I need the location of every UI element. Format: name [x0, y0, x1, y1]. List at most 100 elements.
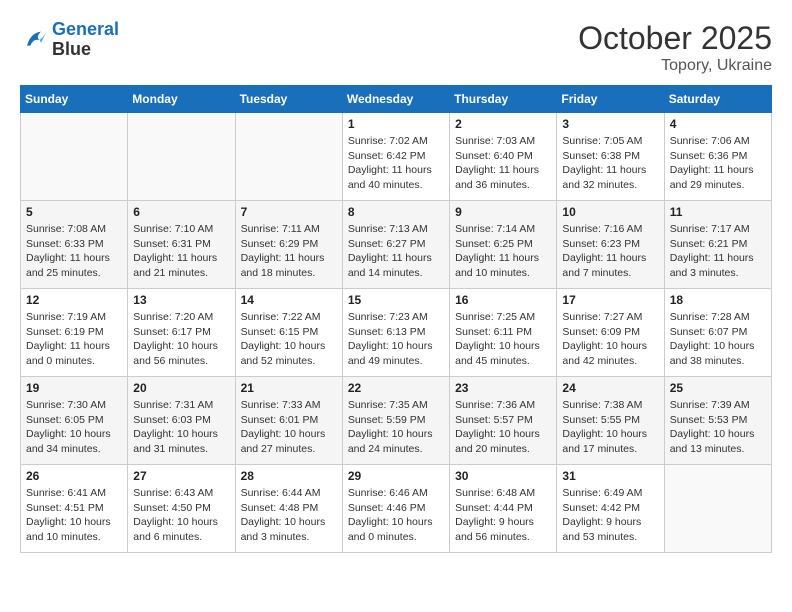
- day-number: 5: [26, 205, 122, 219]
- day-number: 12: [26, 293, 122, 307]
- weekday-header: Sunday: [21, 86, 128, 113]
- day-info: Sunrise: 7:33 AM Sunset: 6:01 PM Dayligh…: [241, 398, 337, 457]
- calendar-cell: 8 Sunrise: 7:13 AM Sunset: 6:27 PM Daylig…: [342, 201, 449, 289]
- day-info: Sunrise: 7:23 AM Sunset: 6:13 PM Dayligh…: [348, 310, 444, 369]
- day-number: 25: [670, 381, 766, 395]
- calendar-cell: [128, 113, 235, 201]
- calendar-cell: 27 Sunrise: 6:43 AM Sunset: 4:50 PM Dayli…: [128, 465, 235, 553]
- day-info: Sunrise: 7:28 AM Sunset: 6:07 PM Dayligh…: [670, 310, 766, 369]
- calendar-cell: 12Sunrise: 7:19 AM Sunset: 6:19 PM Dayli…: [21, 289, 128, 377]
- weekday-header: Tuesday: [235, 86, 342, 113]
- day-info: Sunrise: 7:20 AM Sunset: 6:17 PM Dayligh…: [133, 310, 229, 369]
- day-number: 20: [133, 381, 229, 395]
- day-number: 14: [241, 293, 337, 307]
- day-number: 30: [455, 469, 551, 483]
- logo-bird-icon: [20, 26, 48, 54]
- weekday-header: Friday: [557, 86, 664, 113]
- calendar-cell: 5 Sunrise: 7:08 AM Sunset: 6:33 PM Daylig…: [21, 201, 128, 289]
- calendar-cell: 10 Sunrise: 7:16 AM Sunset: 6:23 PM Dayli…: [557, 201, 664, 289]
- weekday-header: Saturday: [664, 86, 771, 113]
- calendar-cell: 29Sunrise: 6:46 AM Sunset: 4:46 PM Dayli…: [342, 465, 449, 553]
- day-info: Sunrise: 7:05 AM Sunset: 6:38 PM Dayligh…: [562, 134, 658, 193]
- calendar-cell: 11Sunrise: 7:17 AM Sunset: 6:21 PM Dayli…: [664, 201, 771, 289]
- day-number: 8: [348, 205, 444, 219]
- location: Topory, Ukraine: [578, 57, 772, 75]
- day-number: 22: [348, 381, 444, 395]
- day-number: 16: [455, 293, 551, 307]
- day-info: Sunrise: 7:13 AM Sunset: 6:27 PM Dayligh…: [348, 222, 444, 281]
- weekday-header: Wednesday: [342, 86, 449, 113]
- day-info: Sunrise: 7:14 AM Sunset: 6:25 PM Dayligh…: [455, 222, 551, 281]
- day-number: 7: [241, 205, 337, 219]
- calendar-cell: 14 Sunrise: 7:22 AM Sunset: 6:15 PM Dayli…: [235, 289, 342, 377]
- calendar-cell: 6Sunrise: 7:10 AM Sunset: 6:31 PM Daylig…: [128, 201, 235, 289]
- day-info: Sunrise: 7:38 AM Sunset: 5:55 PM Dayligh…: [562, 398, 658, 457]
- calendar-cell: [664, 465, 771, 553]
- calendar-cell: 3 Sunrise: 7:05 AM Sunset: 6:38 PM Daylig…: [557, 113, 664, 201]
- day-info: Sunrise: 6:48 AM Sunset: 4:44 PM Dayligh…: [455, 486, 551, 545]
- day-number: 3: [562, 117, 658, 131]
- day-number: 15: [348, 293, 444, 307]
- day-info: Sunrise: 7:16 AM Sunset: 6:23 PM Dayligh…: [562, 222, 658, 281]
- day-info: Sunrise: 7:25 AM Sunset: 6:11 PM Dayligh…: [455, 310, 551, 369]
- day-info: Sunrise: 6:46 AM Sunset: 4:46 PM Dayligh…: [348, 486, 444, 545]
- calendar-cell: 19Sunrise: 7:30 AM Sunset: 6:05 PM Dayli…: [21, 377, 128, 465]
- day-info: Sunrise: 7:11 AM Sunset: 6:29 PM Dayligh…: [241, 222, 337, 281]
- weekday-header: Monday: [128, 86, 235, 113]
- day-info: Sunrise: 7:02 AM Sunset: 6:42 PM Dayligh…: [348, 134, 444, 193]
- logo: General Blue: [20, 20, 119, 60]
- day-number: 9: [455, 205, 551, 219]
- calendar-cell: [235, 113, 342, 201]
- day-info: Sunrise: 7:35 AM Sunset: 5:59 PM Dayligh…: [348, 398, 444, 457]
- calendar-cell: 17 Sunrise: 7:27 AM Sunset: 6:09 PM Dayli…: [557, 289, 664, 377]
- day-info: Sunrise: 7:22 AM Sunset: 6:15 PM Dayligh…: [241, 310, 337, 369]
- month-title: October 2025: [578, 20, 772, 57]
- calendar-cell: 25 Sunrise: 7:39 AM Sunset: 5:53 PM Dayli…: [664, 377, 771, 465]
- page-header: General Blue October 2025 Topory, Ukrain…: [20, 20, 772, 75]
- logo-line1: General: [52, 19, 119, 39]
- day-number: 17: [562, 293, 658, 307]
- calendar-cell: 26Sunrise: 6:41 AM Sunset: 4:51 PM Dayli…: [21, 465, 128, 553]
- calendar-cell: 7 Sunrise: 7:11 AM Sunset: 6:29 PM Daylig…: [235, 201, 342, 289]
- day-info: Sunrise: 6:49 AM Sunset: 4:42 PM Dayligh…: [562, 486, 658, 545]
- day-info: Sunrise: 6:43 AM Sunset: 4:50 PM Dayligh…: [133, 486, 229, 545]
- calendar-cell: 22 Sunrise: 7:35 AM Sunset: 5:59 PM Dayli…: [342, 377, 449, 465]
- logo-line2: Blue: [52, 40, 119, 60]
- day-info: Sunrise: 7:10 AM Sunset: 6:31 PM Dayligh…: [133, 222, 229, 281]
- day-number: 1: [348, 117, 444, 131]
- day-info: Sunrise: 7:39 AM Sunset: 5:53 PM Dayligh…: [670, 398, 766, 457]
- day-number: 4: [670, 117, 766, 131]
- day-number: 18: [670, 293, 766, 307]
- day-info: Sunrise: 7:27 AM Sunset: 6:09 PM Dayligh…: [562, 310, 658, 369]
- calendar-table: SundayMondayTuesdayWednesdayThursdayFrid…: [20, 85, 772, 553]
- day-info: Sunrise: 7:36 AM Sunset: 5:57 PM Dayligh…: [455, 398, 551, 457]
- day-number: 26: [26, 469, 122, 483]
- calendar-cell: 2 Sunrise: 7:03 AM Sunset: 6:40 PM Daylig…: [450, 113, 557, 201]
- calendar-cell: 23Sunrise: 7:36 AM Sunset: 5:57 PM Dayli…: [450, 377, 557, 465]
- day-info: Sunrise: 7:08 AM Sunset: 6:33 PM Dayligh…: [26, 222, 122, 281]
- weekday-header: Thursday: [450, 86, 557, 113]
- day-info: Sunrise: 6:44 AM Sunset: 4:48 PM Dayligh…: [241, 486, 337, 545]
- day-number: 27: [133, 469, 229, 483]
- day-number: 28: [241, 469, 337, 483]
- day-number: 13: [133, 293, 229, 307]
- day-info: Sunrise: 7:31 AM Sunset: 6:03 PM Dayligh…: [133, 398, 229, 457]
- calendar-cell: 4Sunrise: 7:06 AM Sunset: 6:36 PM Daylig…: [664, 113, 771, 201]
- calendar-cell: 13 Sunrise: 7:20 AM Sunset: 6:17 PM Dayli…: [128, 289, 235, 377]
- calendar-cell: 24Sunrise: 7:38 AM Sunset: 5:55 PM Dayli…: [557, 377, 664, 465]
- day-number: 19: [26, 381, 122, 395]
- calendar-cell: 16 Sunrise: 7:25 AM Sunset: 6:11 PM Dayli…: [450, 289, 557, 377]
- day-number: 31: [562, 469, 658, 483]
- calendar-cell: 21 Sunrise: 7:33 AM Sunset: 6:01 PM Dayli…: [235, 377, 342, 465]
- day-number: 10: [562, 205, 658, 219]
- day-info: Sunrise: 7:17 AM Sunset: 6:21 PM Dayligh…: [670, 222, 766, 281]
- calendar-cell: 15 Sunrise: 7:23 AM Sunset: 6:13 PM Dayli…: [342, 289, 449, 377]
- day-info: Sunrise: 7:03 AM Sunset: 6:40 PM Dayligh…: [455, 134, 551, 193]
- calendar-cell: 31 Sunrise: 6:49 AM Sunset: 4:42 PM Dayli…: [557, 465, 664, 553]
- day-number: 2: [455, 117, 551, 131]
- calendar-cell: 18 Sunrise: 7:28 AM Sunset: 6:07 PM Dayli…: [664, 289, 771, 377]
- title-block: October 2025 Topory, Ukraine: [578, 20, 772, 75]
- calendar-cell: 20 Sunrise: 7:31 AM Sunset: 6:03 PM Dayli…: [128, 377, 235, 465]
- day-number: 21: [241, 381, 337, 395]
- calendar-cell: 9 Sunrise: 7:14 AM Sunset: 6:25 PM Daylig…: [450, 201, 557, 289]
